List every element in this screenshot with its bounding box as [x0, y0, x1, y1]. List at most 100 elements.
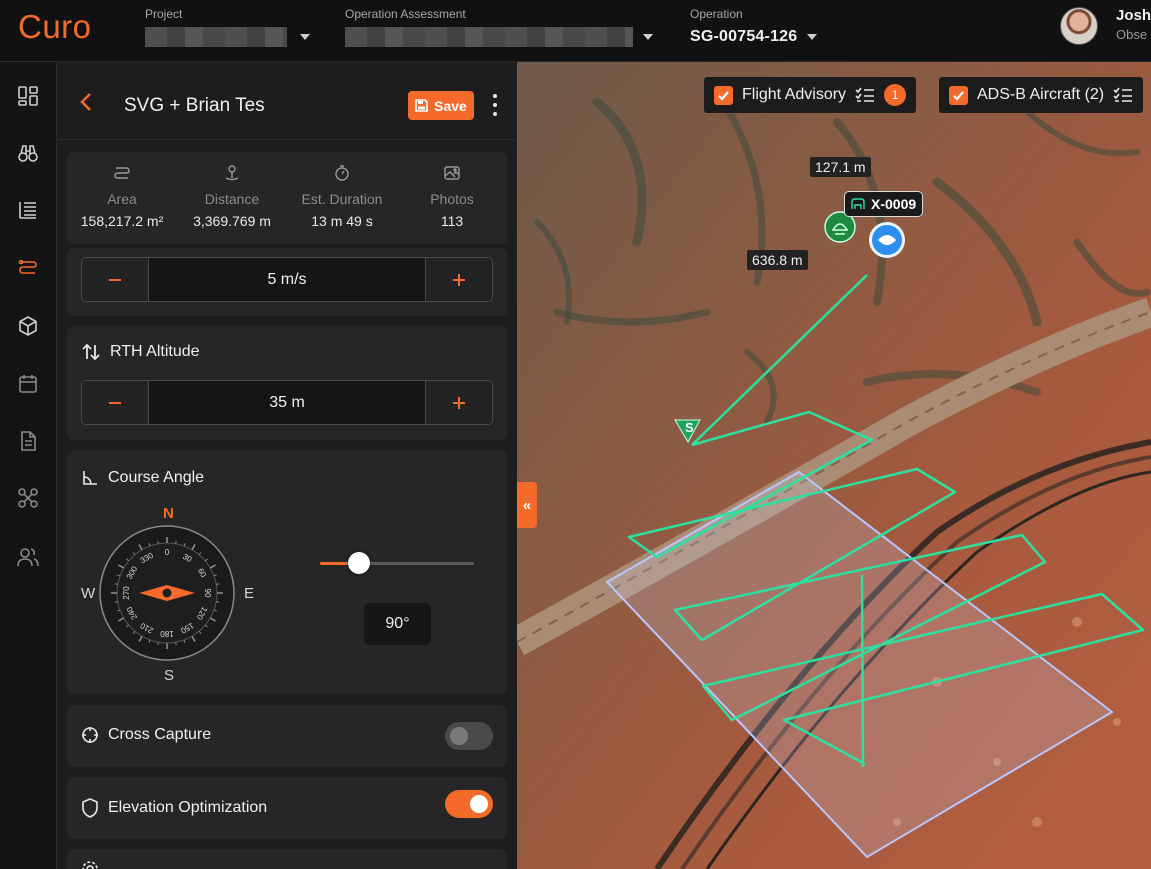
compass-tick: [216, 583, 220, 585]
stat-label: Area: [107, 191, 137, 207]
binoculars-icon[interactable]: [14, 139, 42, 167]
cross-capture-title: Cross Capture: [81, 726, 211, 744]
app-logo[interactable]: Curo: [18, 8, 92, 46]
list-check-icon[interactable]: [855, 87, 875, 103]
compass-tick: [157, 540, 159, 544]
cross-capture-row: Cross Capture: [67, 705, 507, 767]
compass-north: N: [163, 505, 174, 522]
course-title-label: Course Angle: [108, 469, 205, 486]
adsb-checkbox[interactable]: [949, 85, 968, 105]
double-chevron-left-icon: «: [522, 496, 532, 514]
project-value-redacted: [145, 27, 287, 47]
flight-advisory-checkbox[interactable]: [714, 85, 733, 105]
increase-altitude-button[interactable]: [425, 381, 492, 424]
elevation-optimization-row: Elevation Optimization: [67, 777, 507, 839]
drone-id-tag[interactable]: X-0009: [844, 191, 924, 217]
rth-title-label: RTH Altitude: [110, 343, 200, 360]
rth-altitude-title: RTH Altitude: [81, 342, 200, 362]
compass-degree-label: 180: [160, 629, 174, 638]
compass-dial[interactable]: 0 30 60 90 120 150 180 210 240 270 300 330: [97, 523, 237, 663]
cross-capture-toggle[interactable]: [445, 722, 493, 750]
project-selector[interactable]: Project: [145, 7, 310, 47]
stat-duration: Est. Duration 13 m 49 s: [287, 152, 397, 244]
compass-tick: [175, 642, 177, 646]
user-role: Obse: [1116, 27, 1148, 42]
list-check-icon[interactable]: [1113, 87, 1133, 103]
stat-label: Est. Duration: [301, 191, 383, 207]
assessment-selector[interactable]: Operation Assessment: [345, 7, 653, 47]
flight-advisory-chip[interactable]: Flight Advisory 1: [704, 77, 917, 113]
drone-id: X-0009: [871, 196, 917, 212]
nav-rail: [0, 62, 57, 869]
user-menu[interactable]: Josh Obse: [1060, 7, 1151, 45]
save-label: Save: [434, 97, 467, 114]
calendar-icon[interactable]: [14, 370, 42, 398]
stat-label: Distance: [204, 191, 260, 207]
advanced-settings-row[interactable]: [67, 849, 507, 869]
more-options-icon[interactable]: [491, 94, 499, 116]
course-angle-slider[interactable]: [320, 552, 474, 574]
cube-icon[interactable]: [14, 312, 42, 340]
chevron-down-icon: [643, 34, 653, 40]
speed-value[interactable]: 5 m/s: [149, 258, 425, 301]
adsb-label: ADS-B Aircraft (2): [977, 86, 1105, 103]
chevron-down-icon: [300, 34, 310, 40]
chevron-down-icon: [807, 34, 818, 40]
minus-icon: [109, 401, 121, 404]
compass-south: S: [164, 667, 175, 684]
users-icon[interactable]: [14, 543, 42, 571]
panel-header: SVG + Brian Tes Save: [57, 62, 517, 140]
stat-value: 13 m 49 s: [311, 213, 373, 229]
start-marker-label: S: [685, 420, 694, 435]
area-icon: [114, 167, 130, 179]
user-name: Josh: [1116, 7, 1151, 24]
angle-icon: [83, 471, 97, 485]
decrease-altitude-button[interactable]: [82, 381, 149, 424]
decrease-speed-button[interactable]: [82, 258, 149, 301]
operation-selector[interactable]: Operation SG-00754-126: [690, 7, 818, 47]
adsb-aircraft-chip[interactable]: ADS-B Aircraft (2): [939, 77, 1144, 113]
plus-icon: [453, 273, 465, 286]
photos-icon: [444, 166, 460, 180]
compass-tick: [157, 642, 159, 646]
map-view[interactable]: Flight Advisory 1 ADS-B Aircraft (2) 127…: [517, 62, 1151, 869]
collapse-panel-button[interactable]: «: [517, 482, 537, 528]
dashboard-icon[interactable]: [14, 82, 42, 110]
document-icon[interactable]: [14, 427, 42, 455]
course-angle-title: Course Angle: [81, 469, 204, 487]
minus-icon: [109, 278, 121, 281]
compass-tick: [175, 540, 177, 544]
shield-icon: [82, 798, 98, 818]
flight-advisory-label: Flight Advisory: [742, 86, 847, 103]
elevation-title: Elevation Optimization: [81, 798, 267, 818]
course-angle-value[interactable]: 90°: [364, 603, 431, 645]
slider-knob[interactable]: [347, 552, 370, 574]
stat-label: Photos: [430, 191, 474, 207]
distance-label-top: 127.1 m: [810, 157, 871, 177]
stat-value: 3,369.769 m: [193, 213, 271, 229]
check-icon: [718, 90, 729, 101]
save-icon: [415, 99, 428, 112]
rth-altitude-stepper: 35 m: [81, 380, 493, 425]
compass-east: E: [244, 585, 255, 602]
top-bar: Curo Project Operation Assessment Operat…: [0, 0, 1151, 62]
gear-icon: [82, 861, 98, 869]
back-arrow-icon[interactable]: [79, 92, 93, 117]
cross-capture-label: Cross Capture: [108, 726, 212, 743]
stat-distance: Distance 3,369.769 m: [177, 152, 287, 244]
elevation-optimization-toggle[interactable]: [445, 790, 493, 818]
check-icon: [953, 90, 964, 101]
save-button[interactable]: Save: [408, 91, 474, 120]
checklist-icon[interactable]: [14, 196, 42, 224]
assessment-label: Operation Assessment: [345, 7, 466, 21]
avatar: [1060, 7, 1098, 45]
drone-icon[interactable]: [14, 484, 42, 512]
flight-path-icon[interactable]: [14, 254, 42, 282]
rth-altitude-value[interactable]: 35 m: [149, 381, 425, 424]
distance-label-mid: 636.8 m: [747, 250, 808, 270]
satellite-terrain: [517, 62, 1151, 869]
stat-value: 158,217.2 m²: [80, 213, 164, 229]
stat-photos: Photos 113: [397, 152, 507, 244]
increase-speed-button[interactable]: [425, 258, 492, 301]
compass-tick: [216, 601, 220, 603]
